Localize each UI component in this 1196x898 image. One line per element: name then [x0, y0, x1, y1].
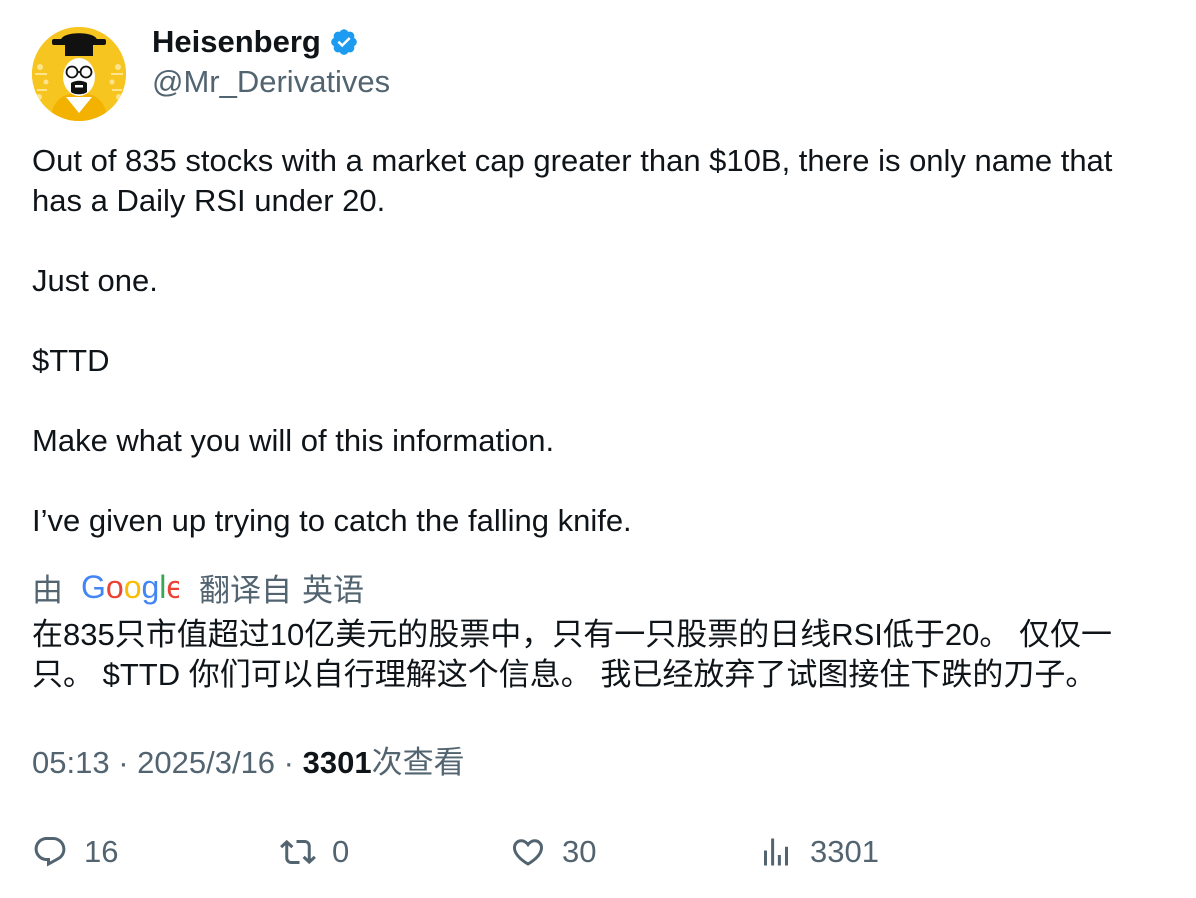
svg-text:Google: Google	[81, 569, 179, 605]
translation-by-label: 由	[32, 572, 63, 608]
repost-icon	[280, 839, 316, 865]
tweet-text: Out of 835 stocks with a market cap grea…	[32, 141, 1167, 541]
views-action-count: 3301	[810, 834, 879, 869]
tweet-meta: 05:13 · 2025/3/16 · 3301次查看	[32, 743, 465, 783]
views-button[interactable]: 3301	[758, 830, 879, 874]
repost-count: 0	[332, 834, 350, 869]
heart-icon	[512, 839, 544, 866]
tweet-date[interactable]: 2025/3/16	[137, 745, 275, 780]
translation-attribution: 由 Google 翻译自 英语	[32, 566, 364, 608]
author-handle[interactable]: @Mr_Derivatives	[152, 62, 390, 102]
translation-source-language: 英语	[302, 572, 364, 608]
tweet-paragraph: Make what you will of this information.	[32, 423, 555, 458]
tweet-paragraph: Out of 835 stocks with a market cap grea…	[32, 143, 1113, 218]
tweet-paragraph: I’ve given up trying to catch the fallin…	[32, 503, 632, 538]
reply-count: 16	[84, 834, 119, 869]
repost-button[interactable]: 0	[280, 830, 349, 874]
like-count: 30	[562, 834, 597, 869]
action-bar: 16 0 30 3301	[0, 830, 1196, 874]
author-name-row: Heisenberg	[152, 22, 359, 62]
views-chart-icon	[764, 838, 788, 866]
meta-separator: ·	[275, 745, 303, 780]
views-label: 次查看	[371, 745, 465, 780]
translated-text: 在835只市值超过10亿美元的股票中，只有一只股票的日线RSI低于20。 仅仅一…	[32, 617, 1112, 692]
tweet-time[interactable]: 05:13	[32, 745, 110, 780]
cashtag-paragraph: $TTD	[32, 343, 110, 378]
verified-badge-icon[interactable]	[329, 27, 359, 57]
avatar[interactable]	[32, 27, 126, 121]
reply-icon	[34, 837, 66, 867]
google-logo-icon: Google	[81, 569, 179, 605]
views-count: 3301	[302, 745, 372, 780]
reply-button[interactable]: 16	[32, 830, 118, 874]
meta-separator: ·	[109, 745, 138, 780]
heisenberg-avatar-icon	[32, 27, 126, 121]
author-display-name[interactable]: Heisenberg	[152, 22, 321, 62]
tweet-paragraph: Just one.	[32, 263, 158, 298]
like-button[interactable]: 30	[510, 830, 596, 874]
translation-from-label: 翻译自	[199, 572, 292, 608]
